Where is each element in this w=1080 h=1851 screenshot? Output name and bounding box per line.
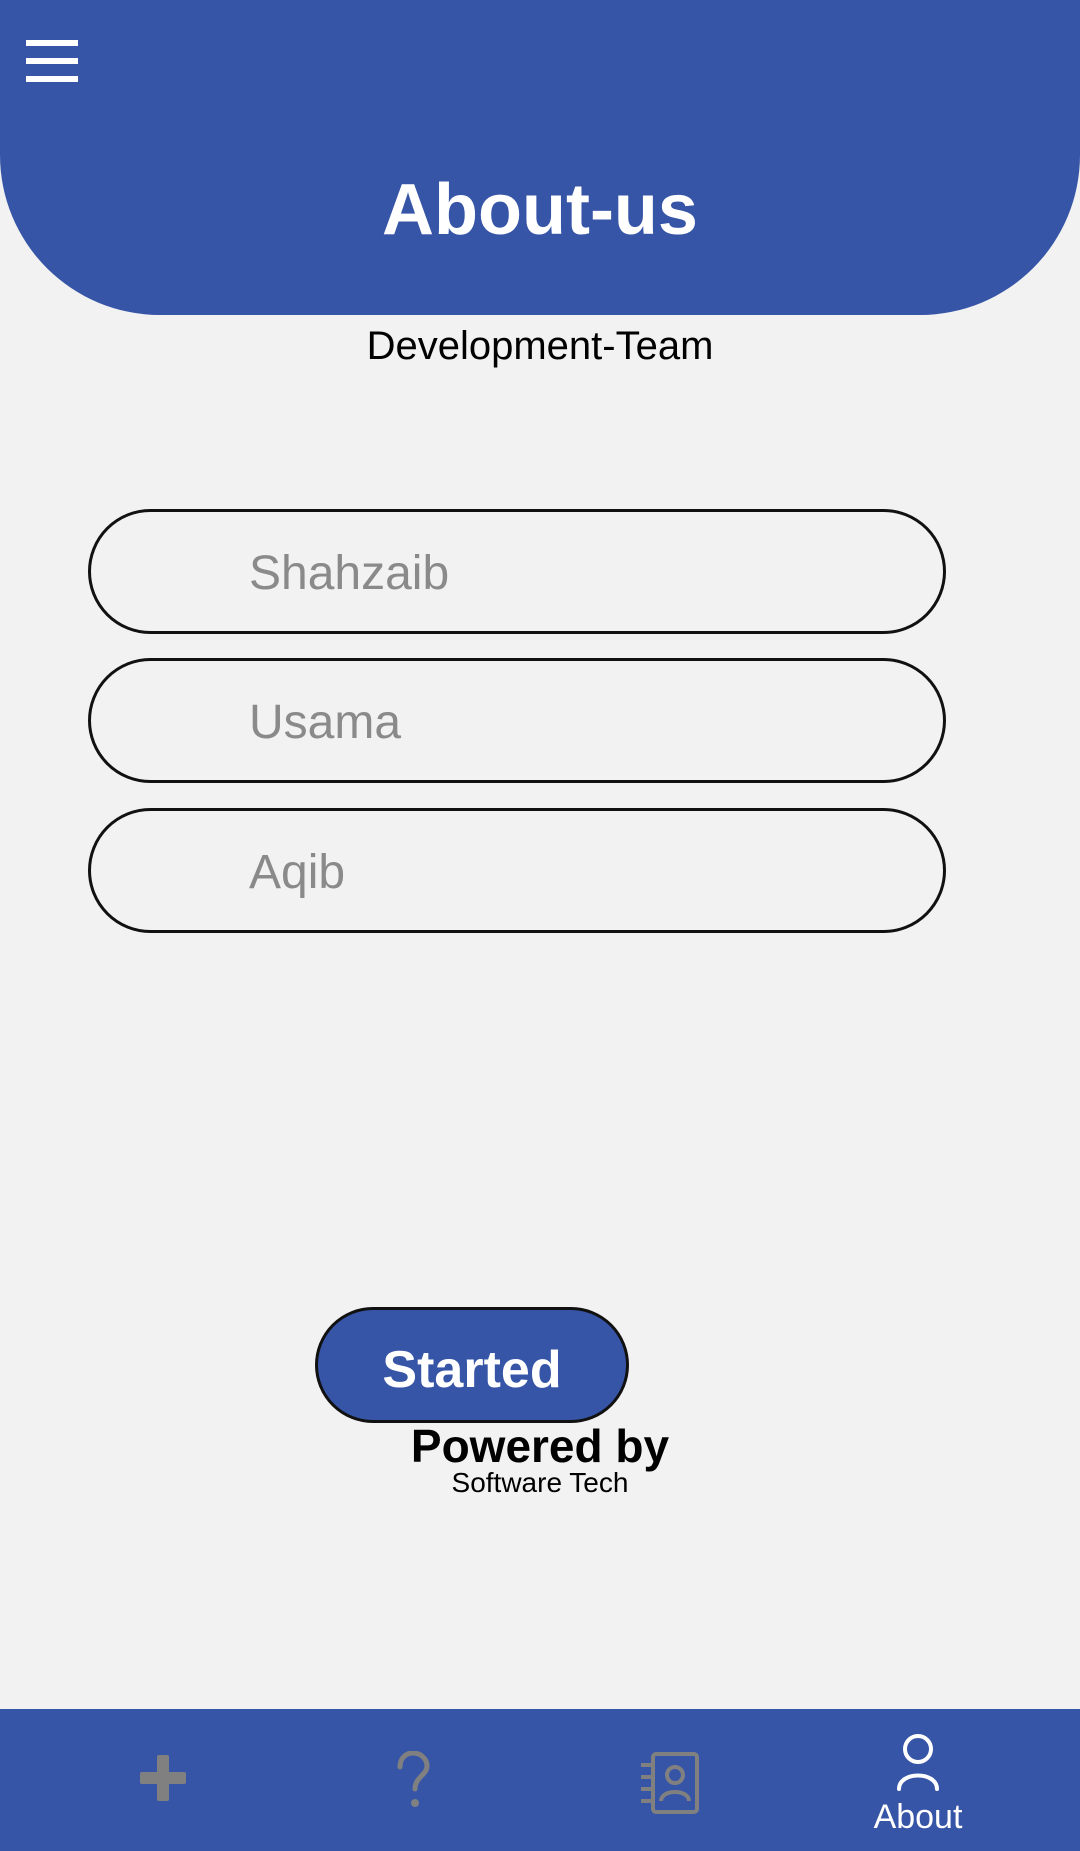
- nav-item-about[interactable]: About: [818, 1709, 1018, 1851]
- page-title: About-us: [382, 170, 698, 250]
- nav-label-about: About: [873, 1798, 963, 1836]
- team-member-name: Shahzaib: [249, 547, 450, 600]
- plus-icon: [140, 1755, 186, 1801]
- question-icon: [397, 1751, 430, 1807]
- person-icon: [897, 1734, 939, 1791]
- nav-item-help[interactable]: [313, 1709, 513, 1851]
- started-button[interactable]: Started: [315, 1307, 629, 1423]
- nav-item-contacts[interactable]: [569, 1709, 769, 1851]
- contacts-icon: [641, 1752, 699, 1814]
- nav-item-add[interactable]: [62, 1709, 262, 1851]
- team-member-name: Aqib: [249, 846, 346, 899]
- brand-name: Software Tech: [451, 1467, 629, 1498]
- team-member-field[interactable]: Shahzaib: [88, 509, 946, 634]
- team-member-field[interactable]: Usama: [88, 658, 946, 783]
- powered-by-label: Powered by: [410, 1420, 670, 1472]
- team-member-name: Usama: [249, 696, 402, 749]
- bottom-navigation: About: [0, 1709, 1080, 1851]
- section-subtitle: Development-Team: [366, 324, 714, 368]
- hamburger-menu-icon[interactable]: [26, 40, 78, 82]
- app-header: About-us: [0, 0, 1080, 315]
- team-member-field[interactable]: Aqib: [88, 808, 946, 933]
